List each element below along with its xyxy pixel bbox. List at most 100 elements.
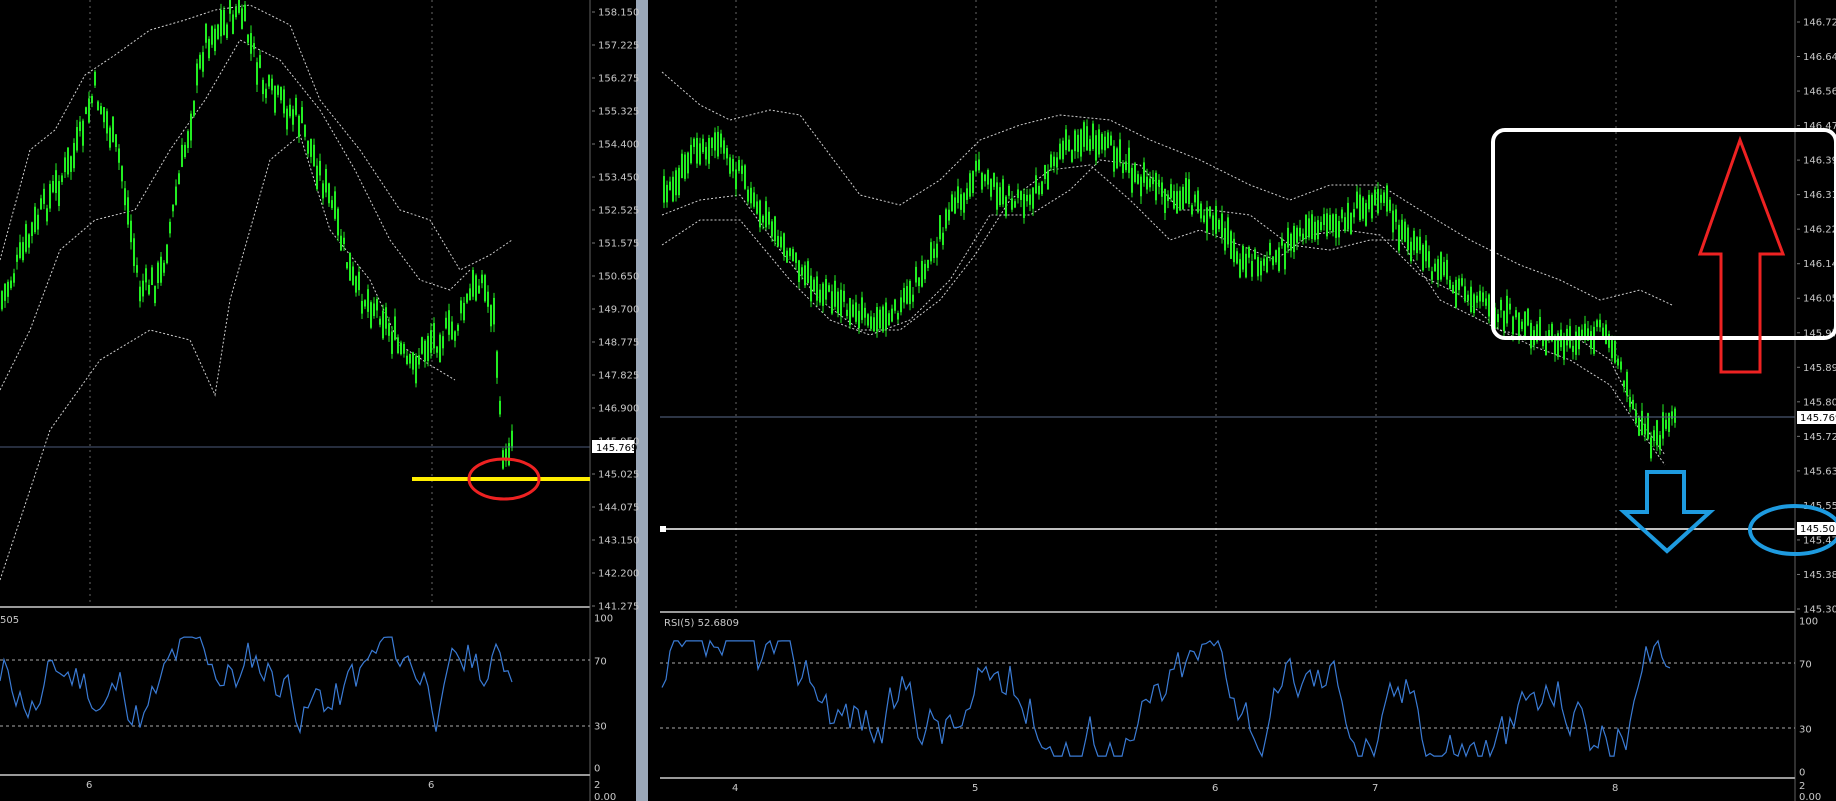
candle-body: [1425, 240, 1427, 262]
candle-body: [1017, 189, 1019, 198]
candle-body: [289, 104, 291, 117]
candle-body: [1179, 190, 1181, 211]
candle-body: [373, 303, 375, 316]
candle-body: [903, 287, 905, 303]
candle-body: [966, 188, 968, 200]
candle-body: [810, 275, 812, 302]
candle-body: [855, 302, 857, 322]
candle-body: [1296, 227, 1298, 243]
candle-body: [897, 312, 899, 320]
candle-body: [286, 108, 288, 130]
candle-body: [891, 308, 893, 322]
candle-body: [1056, 157, 1058, 168]
candle-body: [1215, 206, 1217, 234]
candle-body: [409, 354, 411, 364]
candle-body: [151, 267, 153, 286]
candle-body: [58, 181, 60, 206]
candle-body: [1101, 133, 1103, 150]
candle-body: [184, 144, 186, 158]
candle-body: [768, 211, 770, 225]
candle-body: [669, 181, 671, 191]
candle-body: [738, 159, 740, 171]
candle-body: [1239, 259, 1241, 278]
candle-body: [993, 172, 995, 187]
candle-body: [954, 197, 956, 214]
candle-body: [1329, 214, 1331, 230]
candle-body: [106, 111, 108, 134]
candle-body: [1482, 292, 1484, 302]
candle-body: [433, 323, 435, 349]
candle-body: [238, 0, 240, 13]
candle-body: [166, 244, 168, 264]
candle-body: [1656, 420, 1658, 446]
candle-body: [511, 430, 513, 448]
price-axis-label: 153.450: [598, 173, 639, 184]
candle-body: [1341, 209, 1343, 219]
rsi-axis-label: 100: [594, 614, 613, 625]
candle-body: [1662, 412, 1664, 439]
right-marked-price: 145.501: [1800, 524, 1836, 535]
candle-body: [1308, 218, 1310, 238]
candle-body: [828, 285, 830, 292]
price-axis-label: 145.305: [1803, 605, 1836, 616]
candle-body: [169, 221, 171, 234]
candle-body: [76, 127, 78, 151]
candle-body: [846, 309, 848, 316]
candle-body: [25, 224, 27, 252]
candle-body: [840, 289, 842, 317]
candle-body: [879, 309, 881, 329]
candle-body: [816, 276, 818, 301]
candle-body: [1419, 236, 1421, 251]
candle-body: [145, 268, 147, 283]
candle-body: [394, 316, 396, 340]
candle-body: [112, 116, 114, 143]
candle-body: [1284, 243, 1286, 270]
candle-body: [229, 0, 231, 14]
candle-body: [337, 208, 339, 236]
candle-body: [1278, 247, 1280, 272]
candle-body: [1620, 361, 1622, 370]
candle-body: [1062, 140, 1064, 160]
candle-body: [328, 183, 330, 204]
candle-body: [436, 346, 438, 353]
candle-body: [1014, 201, 1016, 208]
candle-body: [1209, 206, 1211, 217]
candle-body: [1314, 221, 1316, 240]
candle-body: [67, 147, 69, 175]
candle-body: [1512, 316, 1514, 335]
candle-body: [1047, 170, 1049, 190]
candle-body: [1035, 175, 1037, 194]
candle-body: [493, 297, 495, 325]
candle-body: [124, 188, 126, 206]
candle-body: [1527, 308, 1529, 326]
candle-body: [1515, 310, 1517, 318]
candle-body: [930, 242, 932, 262]
candle-body: [711, 137, 713, 149]
candle-body: [1152, 177, 1154, 185]
chart-splitter[interactable]: [636, 0, 648, 801]
time-axis-label: 6: [428, 780, 434, 791]
candle-body: [1431, 271, 1433, 280]
price-axis-label: 145.025: [598, 470, 639, 481]
candle-body: [1086, 126, 1088, 151]
candle-body: [696, 137, 698, 164]
candle-body: [1305, 214, 1307, 239]
candle-body: [322, 183, 324, 199]
candle-body: [1164, 188, 1166, 213]
right-line-handle[interactable]: [660, 526, 666, 532]
candle-body: [361, 300, 363, 314]
candle-body: [1347, 202, 1349, 230]
candle-body: [969, 173, 971, 197]
candle-body: [948, 209, 950, 221]
candle-body: [199, 54, 201, 69]
candle-body: [921, 260, 923, 287]
candle-body: [741, 165, 743, 174]
candle-body: [984, 174, 986, 182]
rsi-axis-label: 0: [1799, 768, 1805, 779]
candle-body: [274, 85, 276, 113]
candle-body: [1173, 191, 1175, 209]
price-axis-label: 141.275: [598, 602, 639, 613]
candle-body: [1068, 139, 1070, 152]
candle-body: [1572, 345, 1574, 352]
candle-body: [1389, 199, 1391, 211]
